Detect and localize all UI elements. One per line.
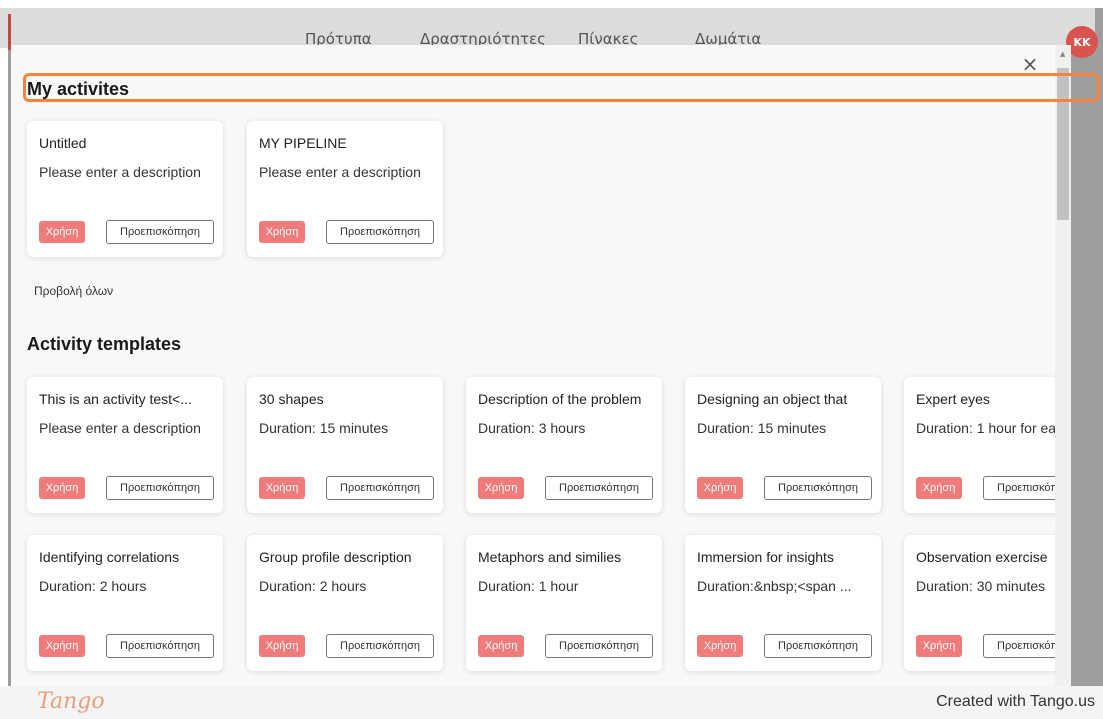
card-title: Identifying correlations	[39, 549, 180, 565]
template-card[interactable]: Description of the problem Duration: 3 h…	[466, 377, 662, 513]
preview-button[interactable]: Προεπισκόπηση	[326, 476, 434, 500]
card-title: 30 shapes	[259, 391, 324, 407]
card-title: Observation exercise	[916, 549, 1048, 565]
use-button[interactable]: Χρήση	[259, 221, 305, 243]
preview-button[interactable]: Προεπισκόπηση	[326, 220, 434, 244]
use-button[interactable]: Χρήση	[39, 635, 85, 657]
template-card[interactable]: Immersion for insights Duration:&nbsp;<s…	[685, 535, 881, 671]
use-button[interactable]: Χρήση	[39, 221, 85, 243]
card-description: Duration:&nbsp;<span ...	[697, 578, 852, 594]
card-title: Expert eyes	[916, 391, 990, 407]
use-button[interactable]: Χρήση	[697, 635, 743, 657]
card-description: Please enter a description	[39, 420, 201, 436]
use-button[interactable]: Χρήση	[478, 635, 524, 657]
card-title: Immersion for insights	[697, 549, 834, 565]
preview-button[interactable]: Προεπισκόπηση	[106, 634, 214, 658]
card-title: Metaphors and similies	[478, 549, 622, 565]
template-card[interactable]: Observation exercise Duration: 30 minute…	[904, 535, 1070, 671]
card-title: Designing an object that	[697, 391, 848, 407]
tango-logo: Tango	[37, 689, 105, 714]
created-with-text: Created with Tango.us	[936, 693, 1095, 710]
card-description: Duration: 1 hour	[478, 578, 579, 594]
preview-button[interactable]: Προεπισκόπηση	[764, 476, 872, 500]
template-card[interactable]: Expert eyes Duration: 1 hour for each Χρ…	[904, 377, 1070, 513]
activity-card[interactable]: Untitled Please enter a description Χρήσ…	[27, 121, 223, 257]
view-all-link[interactable]: Προβολή όλων	[34, 284, 113, 298]
close-icon[interactable]: ×	[1021, 54, 1039, 74]
preview-button[interactable]: Προεπισκόπηση	[764, 634, 872, 658]
card-description: Please enter a description	[39, 164, 201, 180]
tutorial-highlight	[23, 73, 1100, 102]
card-title: Group profile description	[259, 549, 412, 565]
template-card[interactable]: 30 shapes Duration: 15 minutes Χρήση Προ…	[247, 377, 443, 513]
preview-button[interactable]: Προεπισκόπηση	[106, 476, 214, 500]
preview-button[interactable]: Προεπισκόπηση	[326, 634, 434, 658]
preview-button[interactable]: Προεπισκόπηση	[545, 634, 653, 658]
card-description: Duration: 3 hours	[478, 420, 586, 436]
template-card[interactable]: Designing an object that Duration: 15 mi…	[685, 377, 881, 513]
card-description: Duration: 30 minutes	[916, 578, 1046, 594]
card-description: Duration: 2 hours	[39, 578, 147, 594]
use-button[interactable]: Χρήση	[39, 477, 85, 499]
use-button[interactable]: Χρήση	[259, 635, 305, 657]
use-button[interactable]: Χρήση	[259, 477, 305, 499]
card-title: Untitled	[39, 135, 87, 151]
card-title: This is an activity test<...	[39, 391, 192, 407]
card-description: Duration: 1 hour for each	[916, 420, 1070, 436]
card-title: Description of the problem	[478, 391, 642, 407]
preview-button[interactable]: Προεπισκόπηση	[106, 220, 214, 244]
top-nav: Πρότυπα Δραστηριότητες Πίνακες Δωμάτια	[0, 8, 1095, 48]
card-description: Duration: 15 minutes	[697, 420, 827, 436]
template-card[interactable]: Metaphors and similies Duration: 1 hour …	[466, 535, 662, 671]
template-card[interactable]: Group profile description Duration: 2 ho…	[247, 535, 443, 671]
card-description: Duration: 15 minutes	[259, 420, 389, 436]
activity-templates-title: Activity templates	[27, 334, 182, 354]
card-description: Please enter a description	[259, 164, 421, 180]
activity-card[interactable]: MY PIPELINE Please enter a description Χ…	[247, 121, 443, 257]
card-title: MY PIPELINE	[259, 135, 347, 151]
scroll-up-arrow-icon[interactable]: ▲	[1060, 50, 1065, 58]
use-button[interactable]: Χρήση	[916, 477, 962, 499]
card-description: Duration: 2 hours	[259, 578, 367, 594]
screen: Πρότυπα Δραστηριότητες Πίνακες Δωμάτια K…	[0, 0, 1103, 719]
use-button[interactable]: Χρήση	[478, 477, 524, 499]
preview-button[interactable]: Προεπισκόπηση	[545, 476, 653, 500]
activities-modal: My activites Untitled Please enter a des…	[11, 45, 1070, 688]
use-button[interactable]: Χρήση	[697, 477, 743, 499]
template-card[interactable]: This is an activity test<... Please ente…	[27, 377, 223, 513]
use-button[interactable]: Χρήση	[916, 635, 962, 657]
template-card[interactable]: Identifying correlations Duration: 2 hou…	[27, 535, 223, 671]
